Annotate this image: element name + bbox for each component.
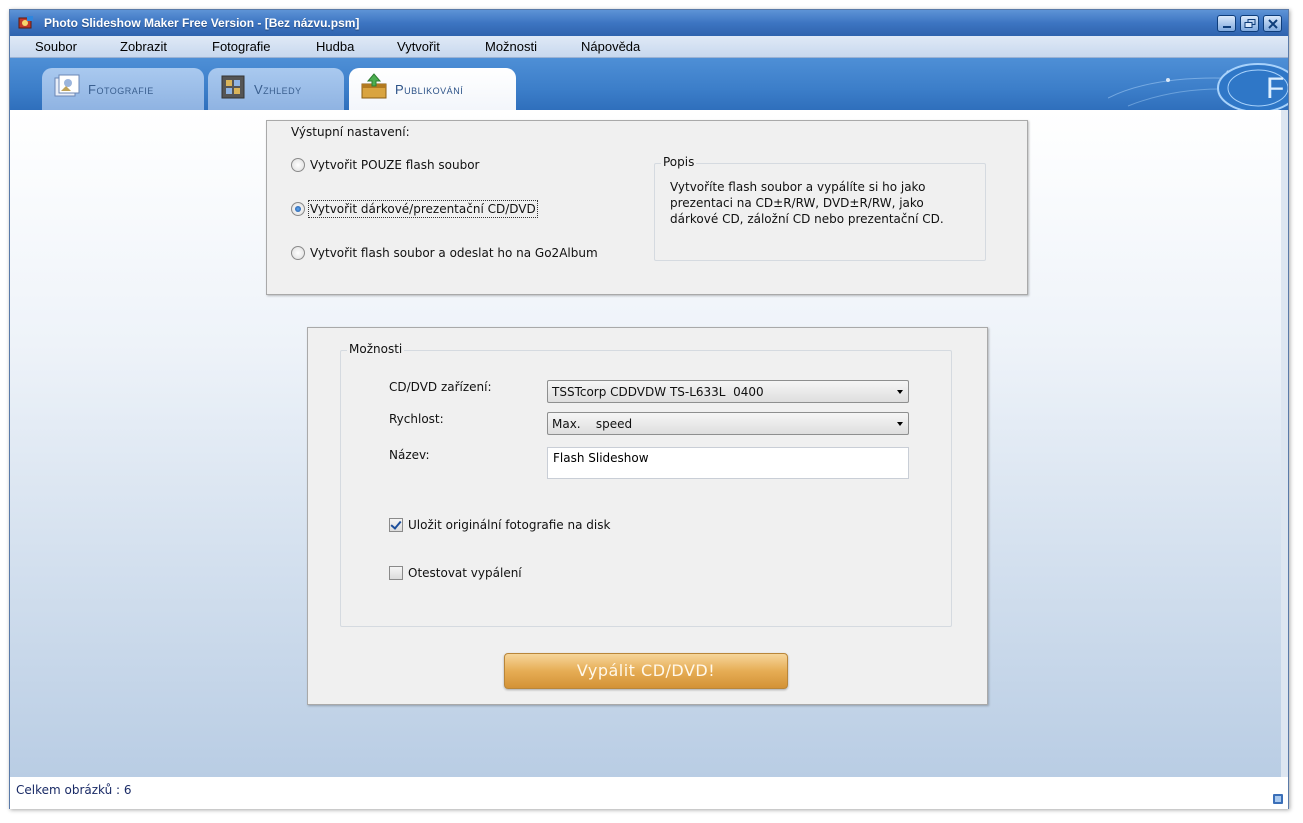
close-button[interactable] xyxy=(1263,15,1282,32)
main-content: Výstupní nastavení: Vytvořit POUZE flash… xyxy=(10,110,1283,777)
tab-publikovani[interactable]: Publikování xyxy=(349,68,516,110)
app-logo-icon xyxy=(18,16,33,29)
chevron-down-icon xyxy=(897,390,903,394)
resize-grip-icon[interactable] xyxy=(1272,793,1284,805)
banner-logo-icon: F xyxy=(1108,63,1288,110)
menu-soubor[interactable]: Soubor xyxy=(35,39,77,54)
speed-label: Rychlost: xyxy=(389,412,444,426)
photos-icon xyxy=(54,74,80,97)
title-bar: Photo Slideshow Maker Free Version - [Be… xyxy=(10,10,1288,36)
menu-vytvorit[interactable]: Vytvořit xyxy=(397,39,440,54)
tab-fotografie[interactable]: Fotografie xyxy=(42,68,204,110)
radio-button[interactable] xyxy=(291,158,305,172)
save-originals-checkbox[interactable] xyxy=(389,518,403,532)
tab-vzhledy[interactable]: Vzhledy xyxy=(208,68,344,110)
device-select[interactable]: TSSTcorp CDDVDW TS-L633L 0400 xyxy=(547,380,909,403)
menu-hudba[interactable]: Hudba xyxy=(316,39,354,54)
speed-value: Max. speed xyxy=(552,417,633,431)
name-input[interactable] xyxy=(553,451,893,465)
status-bar: Celkem obrázků : 6 xyxy=(10,777,1288,809)
publish-box-icon xyxy=(361,73,387,99)
name-label: Název: xyxy=(389,448,430,462)
menu-fotografie[interactable]: Fotografie xyxy=(212,39,271,54)
options-caption: Možnosti xyxy=(347,342,405,356)
image-count-status: Celkem obrázků : 6 xyxy=(16,783,132,797)
name-field[interactable] xyxy=(547,447,909,479)
right-edge-strip xyxy=(1281,110,1288,777)
device-label: CD/DVD zařízení: xyxy=(389,380,492,394)
test-burn-checkbox[interactable] xyxy=(389,566,403,580)
burn-cd-dvd-button[interactable]: Vypálit CD/DVD! xyxy=(504,653,788,689)
save-originals-label: Uložit originální fotografie na disk xyxy=(408,518,611,532)
output-settings-panel: Výstupní nastavení: Vytvořit POUZE flash… xyxy=(266,120,1028,295)
speed-select[interactable]: Max. speed xyxy=(547,412,909,435)
svg-text:F: F xyxy=(1266,72,1284,105)
app-window: Photo Slideshow Maker Free Version - [Be… xyxy=(9,9,1289,809)
close-icon xyxy=(1268,19,1278,29)
radio-flash-only[interactable]: Vytvořit POUZE flash soubor xyxy=(291,156,479,174)
menu-bar: Soubor Zobrazit Fotografie Hudba Vytvoři… xyxy=(10,36,1288,58)
description-groupbox: Popis Vytvoříte flash soubor a vypálíte … xyxy=(654,155,986,261)
radio-go2album[interactable]: Vytvořit flash soubor a odeslat ho na Go… xyxy=(291,244,598,262)
window-title: Photo Slideshow Maker Free Version - [Be… xyxy=(44,16,360,30)
tab-label: Vzhledy xyxy=(254,82,302,97)
test-burn-checkbox-row[interactable]: Otestovat vypálení xyxy=(389,564,522,582)
output-settings-heading: Výstupní nastavení: xyxy=(291,125,410,139)
menu-zobrazit[interactable]: Zobrazit xyxy=(120,39,167,54)
radio-button[interactable] xyxy=(291,202,305,216)
options-panel: Možnosti CD/DVD zařízení: TSSTcorp CDDVD… xyxy=(307,327,988,705)
device-value: TSSTcorp CDDVDW TS-L633L 0400 xyxy=(552,385,764,399)
tab-label: Fotografie xyxy=(88,82,154,97)
tab-label: Publikování xyxy=(395,82,464,97)
radio-label: Vytvořit POUZE flash soubor xyxy=(310,158,480,172)
radio-button[interactable] xyxy=(291,246,305,260)
options-groupbox: Možnosti CD/DVD zařízení: TSSTcorp CDDVD… xyxy=(340,342,952,627)
radio-gift-cd[interactable]: Vytvořit dárkové/prezentační CD/DVD xyxy=(291,200,538,218)
minimize-button[interactable] xyxy=(1217,15,1236,32)
test-burn-label: Otestovat vypálení xyxy=(408,566,522,580)
radio-label: Vytvořit flash soubor a odeslat ho na Go… xyxy=(310,246,598,260)
tab-bar: Fotografie Vzhledy Publikování F xyxy=(10,58,1288,110)
radio-label: Vytvořit dárkové/prezentační CD/DVD xyxy=(308,200,538,218)
restore-icon xyxy=(1244,19,1256,28)
description-caption: Popis xyxy=(661,155,697,169)
minimize-icon xyxy=(1223,26,1231,28)
description-text: Vytvoříte flash soubor a vypálíte si ho … xyxy=(670,180,944,226)
menu-napoveda[interactable]: Nápověda xyxy=(581,39,640,54)
chevron-down-icon xyxy=(897,422,903,426)
restore-button[interactable] xyxy=(1240,15,1259,32)
burn-button-label: Vypálit CD/DVD! xyxy=(576,661,716,680)
save-originals-checkbox-row[interactable]: Uložit originální fotografie na disk xyxy=(389,516,610,534)
menu-moznosti[interactable]: Možnosti xyxy=(485,39,537,54)
film-strip-icon xyxy=(221,75,245,99)
